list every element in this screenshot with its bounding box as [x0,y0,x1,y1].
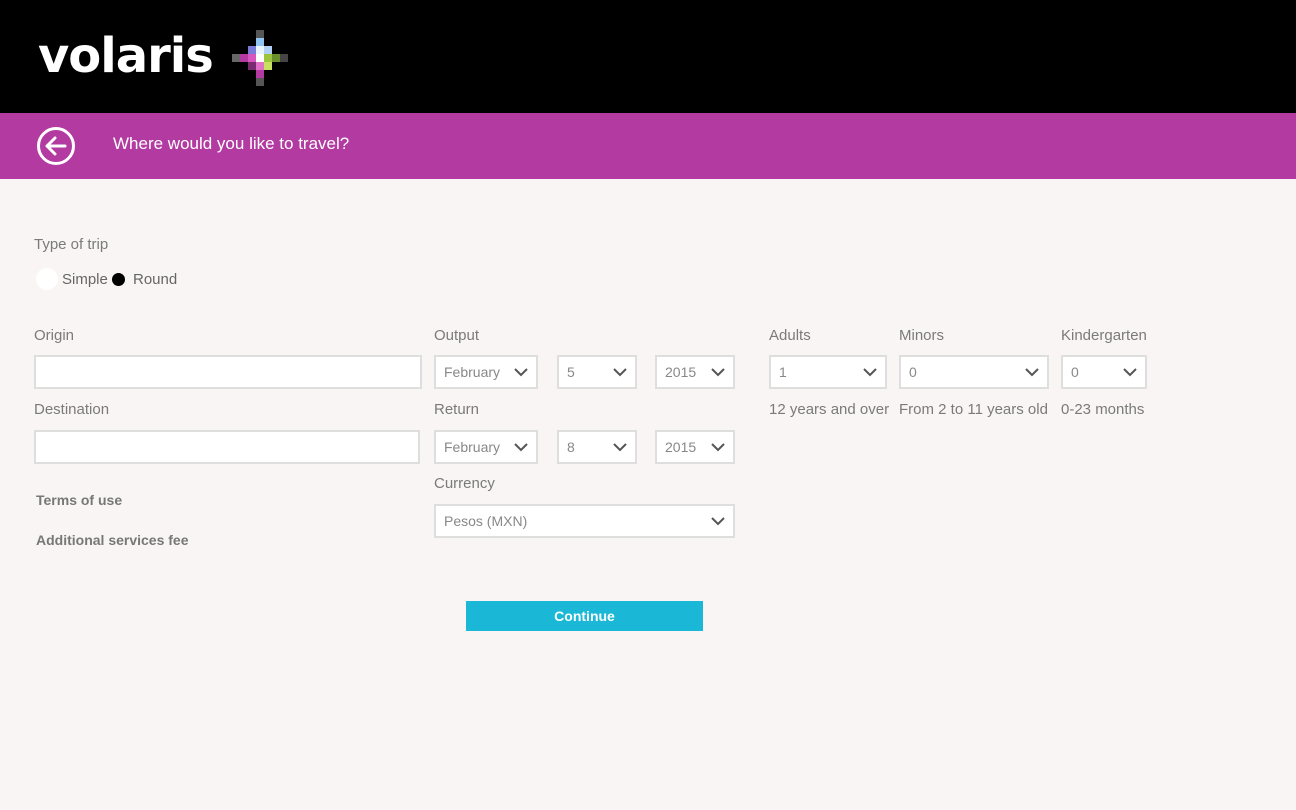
chevron-down-icon [514,368,528,377]
kindergarten-hint: 0-23 months [1061,401,1145,418]
chevron-down-icon [1123,368,1137,377]
chevron-down-icon [1025,368,1039,377]
return-day-value: 8 [567,439,575,455]
output-year-select[interactable]: 2015 [655,355,735,389]
chevron-down-icon [863,368,877,377]
chevron-down-icon [711,368,725,377]
kindergarten-select[interactable]: 0 [1061,355,1147,389]
return-month-value: February [444,439,501,455]
output-day-value: 5 [567,364,575,380]
trip-type-label: Type of trip [34,236,109,253]
adults-value: 1 [779,364,787,380]
title-bar: Where would you like to travel? [0,113,1296,179]
adults-hint: 12 years and over [769,401,890,418]
output-year-value: 2015 [665,364,697,380]
volaris-star-logo-icon [232,30,288,86]
adults-label: Adults [769,327,811,344]
currency-select[interactable]: Pesos (MXN) [434,504,735,538]
adults-select[interactable]: 1 [769,355,887,389]
origin-input[interactable] [34,355,422,389]
continue-button[interactable]: Continue [466,601,703,631]
page-title: Where would you like to travel? [113,134,350,153]
destination-input[interactable] [34,430,420,464]
round-radio-label: Round [133,271,178,288]
destination-label: Destination [34,401,110,418]
return-label: Return [434,401,480,418]
return-year-value: 2015 [665,439,697,455]
additional-services-fee-link[interactable]: Additional services fee [36,532,189,548]
origin-label: Origin [34,327,75,344]
round-radio[interactable] [112,273,125,286]
app-header: volaris [0,0,1296,113]
simple-radio[interactable] [36,268,58,290]
minors-value: 0 [909,364,917,380]
return-day-select[interactable]: 8 [557,430,637,464]
brand-logo-text: volaris [38,28,214,84]
return-month-select[interactable]: February [434,430,538,464]
minors-label: Minors [899,327,945,344]
chevron-down-icon [613,368,627,377]
kindergarten-label: Kindergarten [1061,327,1147,344]
kindergarten-value: 0 [1071,364,1079,380]
arrow-left-icon [45,136,67,156]
chevron-down-icon [613,443,627,452]
chevron-down-icon [711,517,725,526]
simple-radio-label: Simple [62,271,108,288]
currency-value: Pesos (MXN) [444,513,528,529]
return-year-select[interactable]: 2015 [655,430,735,464]
chevron-down-icon [514,443,528,452]
minors-select[interactable]: 0 [899,355,1049,389]
chevron-down-icon [711,443,725,452]
currency-label: Currency [434,475,495,492]
output-month-value: February [444,364,501,380]
output-label: Output [434,327,480,344]
output-day-select[interactable]: 5 [557,355,637,389]
output-month-select[interactable]: February [434,355,538,389]
back-button[interactable] [37,127,75,165]
minors-hint: From 2 to 11 years old [899,401,1048,418]
terms-of-use-link[interactable]: Terms of use [36,492,122,508]
